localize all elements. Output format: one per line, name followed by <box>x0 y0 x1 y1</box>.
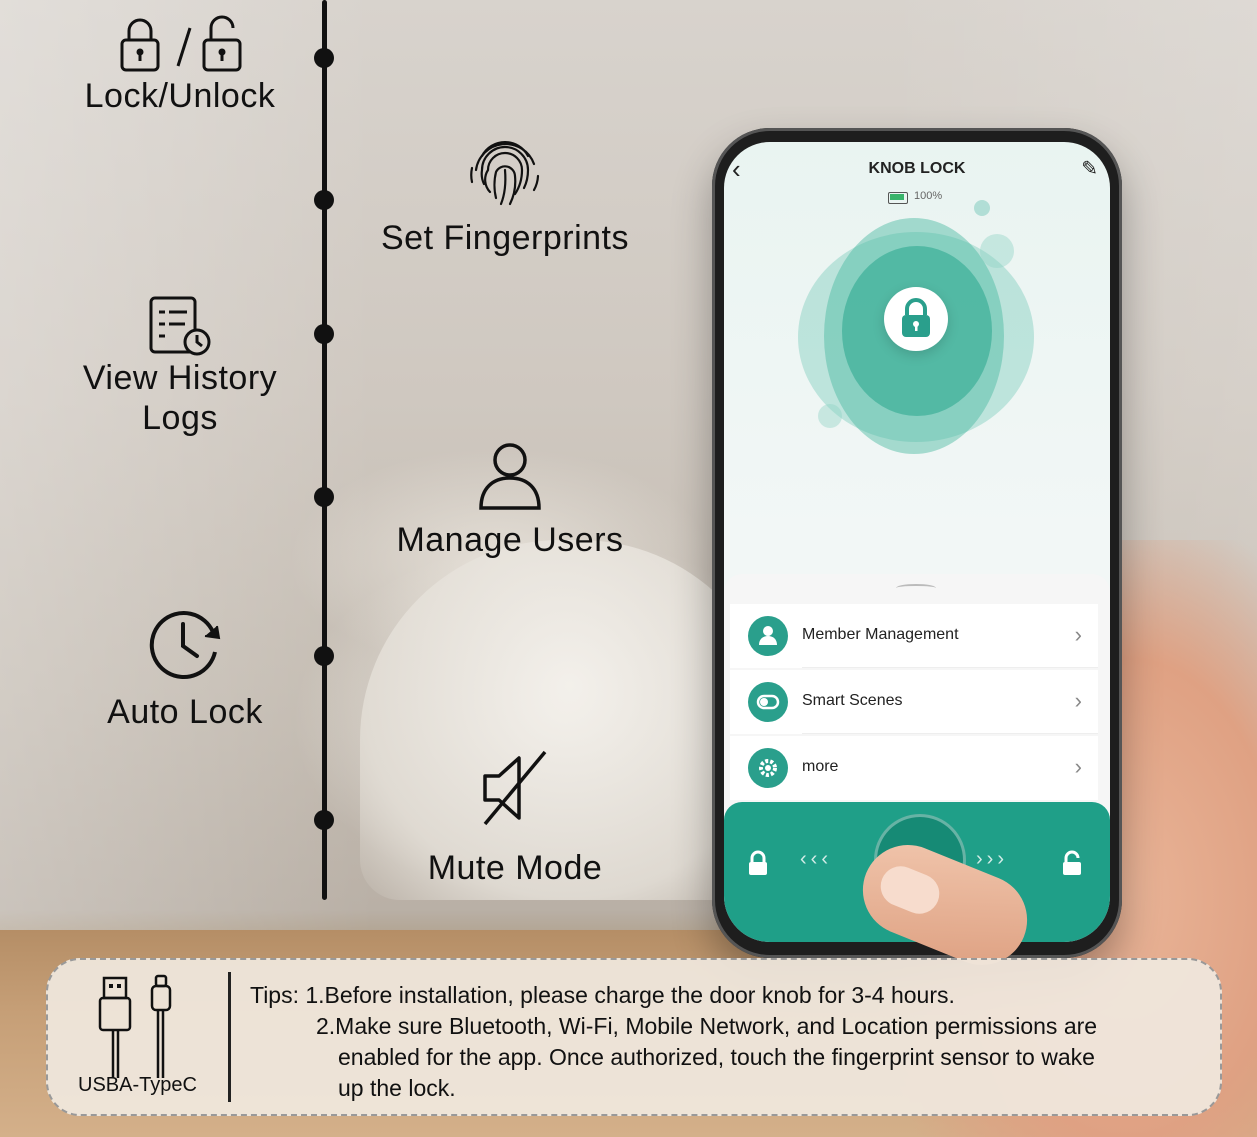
feature-auto-lock: Auto Lock <box>70 604 300 732</box>
tips-text: Tips: 1.Before installation, please char… <box>250 980 1210 1104</box>
feature-label: Lock/Unlock <box>84 77 276 115</box>
battery-level: 100% <box>914 190 943 202</box>
bubble-dot <box>974 200 990 216</box>
lock-open-icon[interactable] <box>1060 850 1084 883</box>
menu-item-smart-scenes[interactable]: Smart Scenes › <box>730 670 1098 734</box>
battery-icon <box>888 192 908 204</box>
feature-manage-users: Manage Users <box>370 438 650 560</box>
tip-line: up the lock. <box>338 1075 456 1101</box>
feature-label: View History <box>82 359 278 397</box>
menu-sheet: Member Management › Smart Scenes › more … <box>724 574 1110 814</box>
timeline-dot <box>314 487 334 507</box>
chevron-right-icon: › <box>1074 688 1082 713</box>
timeline-dot <box>314 810 334 830</box>
menu-item-label: Member Management <box>802 626 959 643</box>
tip-line: 2.Make sure Bluetooth, Wi-Fi, Mobile Net… <box>316 1013 1098 1039</box>
feature-view-history-logs: View History Logs <box>50 294 310 438</box>
lock-closed-icon[interactable] <box>746 850 770 883</box>
timeline-dot <box>314 324 334 344</box>
timeline-dot <box>314 190 334 210</box>
sheet-handle[interactable] <box>896 584 936 592</box>
feature-lock-unlock: Lock/Unlock <box>60 14 300 116</box>
lock-icon <box>902 298 930 337</box>
chevron-right-icon: › <box>1074 622 1082 647</box>
feature-timeline <box>322 0 327 900</box>
divider <box>802 733 1098 734</box>
user-icon <box>748 616 788 656</box>
timeline-dot <box>314 48 334 68</box>
lock-unlock-icon <box>120 15 242 72</box>
cable-label: USBA-TypeC <box>78 1074 197 1096</box>
menu-item-label: Smart Scenes <box>802 692 903 709</box>
tip-line: enabled for the app. Once authorized, to… <box>338 1044 1095 1070</box>
lock-button[interactable] <box>884 287 948 351</box>
timeline-dot <box>314 646 334 666</box>
menu-item-label: more <box>802 758 839 775</box>
feature-label: Manage Users <box>396 521 624 559</box>
phone-screen: ‹ KNOB LOCK ✎ 100% Member Management › S… <box>724 142 1110 942</box>
edit-pencil-icon[interactable]: ✎ <box>1081 156 1098 181</box>
tip-line: Tips: 1.Before installation, please char… <box>250 982 955 1008</box>
menu-item-more[interactable]: more › <box>730 736 1098 800</box>
slide-right-arrows-icon: ››› <box>976 848 1008 870</box>
feature-label: Mute Mode <box>427 849 603 887</box>
feature-set-fingerprints: Set Fingerprints <box>350 126 660 258</box>
feature-mute-mode: Mute Mode <box>400 746 630 888</box>
history-log-icon <box>149 296 211 356</box>
fingerprint-icon <box>470 141 540 206</box>
gear-icon <box>748 748 788 788</box>
menu-item-member-management[interactable]: Member Management › <box>730 604 1098 668</box>
mute-speaker-icon <box>483 750 547 826</box>
feature-label: Logs <box>142 399 218 437</box>
auto-lock-clock-icon <box>149 611 221 679</box>
feature-label: Auto Lock <box>107 693 263 731</box>
user-icon <box>479 443 541 510</box>
tips-divider <box>228 972 231 1102</box>
divider <box>802 667 1098 668</box>
tips-box: USBA-TypeC Tips: 1.Before installation, … <box>46 958 1222 1116</box>
feature-label: Set Fingerprints <box>381 219 629 257</box>
bubble-dot <box>818 404 842 428</box>
slide-left-arrows-icon: ‹‹‹ <box>800 848 832 870</box>
chevron-right-icon: › <box>1074 754 1082 779</box>
toggle-icon <box>748 682 788 722</box>
bubble-dot <box>980 234 1014 268</box>
app-title: KNOB LOCK <box>868 160 966 177</box>
usb-cable-icon <box>98 974 172 1078</box>
